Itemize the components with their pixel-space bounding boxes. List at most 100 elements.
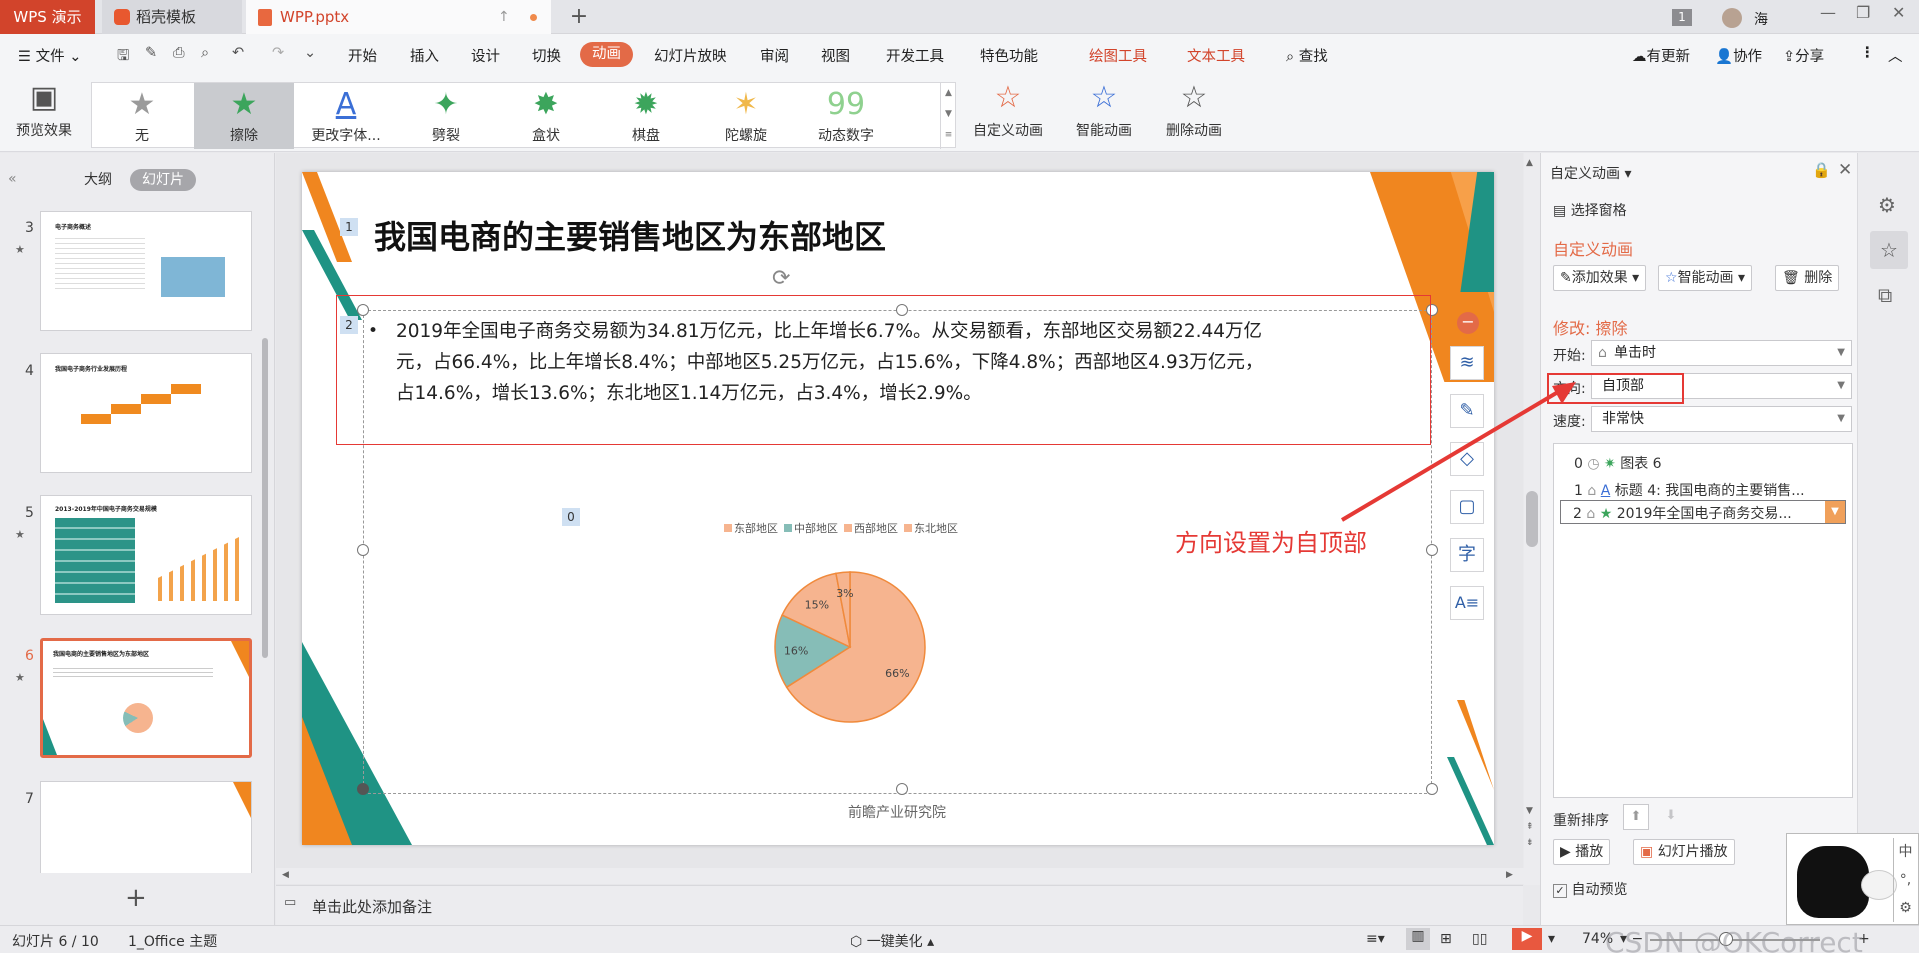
effect-change-font[interactable]: A 更改字体...	[296, 83, 396, 149]
menu-drawing-tools[interactable]: 绘图工具	[1089, 45, 1147, 66]
effect-split[interactable]: ✦ 劈裂	[396, 83, 496, 149]
menu-slideshow[interactable]: 幻灯片放映	[654, 45, 727, 66]
menu-text-tools[interactable]: 文本工具	[1187, 45, 1245, 66]
text-style-icon[interactable]: 字	[1450, 538, 1484, 572]
transition-icon[interactable]: ⧉	[1878, 283, 1892, 307]
effect-checkerboard[interactable]: ✹ 棋盘	[596, 83, 696, 149]
update-button[interactable]: ☁有更新	[1632, 45, 1690, 66]
collapse-float-icon[interactable]: −	[1457, 312, 1479, 334]
ime-toolbar[interactable]: 中 °, ⚙	[1893, 838, 1917, 922]
anim-order-marker[interactable]: 0	[562, 508, 580, 526]
reading-view-icon[interactable]: ▯▯	[1472, 931, 1487, 947]
menu-insert[interactable]: 插入	[410, 45, 439, 66]
effect-wipe[interactable]: ★ 擦除	[194, 83, 294, 149]
beautify-button[interactable]: ⬡ 一键美化 ▴	[850, 931, 934, 951]
menu-review[interactable]: 审阅	[760, 45, 789, 66]
move-up-arrow-icon[interactable]: ⬆	[1623, 804, 1649, 830]
slideshow-button[interactable]: ▣ 幻灯片播放	[1633, 839, 1735, 865]
slide-canvas[interactable]: 1 我国电商的主要销售地区为东部地区 ⟳ 2 • 2019年全国电子商务交易额为…	[302, 172, 1494, 845]
menu-start[interactable]: 开始	[348, 45, 377, 66]
preview-effect-button[interactable]: ▣ 预览效果	[8, 82, 80, 140]
custom-animation-button[interactable]: ☆ 自定义动画	[966, 82, 1050, 140]
upload-icon[interactable]: ↑	[498, 0, 510, 34]
slide-thumbnail-4[interactable]: 我国电子商务行业发展历程	[40, 353, 252, 473]
anim-order-marker[interactable]: 1	[340, 218, 358, 236]
close-icon[interactable]: ✕	[1892, 3, 1905, 22]
lock-icon[interactable]: 🔒	[1812, 161, 1831, 179]
share-button[interactable]: ⇪分享	[1783, 45, 1824, 66]
resize-handle[interactable]	[1426, 544, 1438, 556]
resize-handle[interactable]	[357, 544, 369, 556]
pie-chart[interactable]: 东部地区 中部地区 西部地区 东北地区 66% 16% 15% 3%	[702, 512, 982, 742]
delete-button[interactable]: 🗑 删除	[1775, 265, 1840, 291]
quick-access-more-icon[interactable]: ⌄	[304, 45, 316, 61]
normal-view-icon[interactable]: ▥	[1406, 928, 1430, 950]
collapse-ribbon-icon[interactable]: ︿	[1888, 45, 1903, 66]
editor-hscrollbar[interactable]: ◀ ▶	[276, 868, 1524, 884]
collab-button[interactable]: 👤协作	[1715, 45, 1762, 66]
slide-thumbnail-7[interactable]	[40, 781, 252, 873]
pane-close-icon[interactable]: ✕	[1838, 160, 1852, 180]
effect-spin[interactable]: ✶ 陀螺旋	[696, 83, 796, 149]
start-select[interactable]: ⌂ 单击时 ▼	[1591, 340, 1852, 366]
menu-transition[interactable]: 切换	[532, 45, 561, 66]
restore-icon[interactable]: ❐	[1856, 3, 1870, 22]
select-pane-link[interactable]: ▤ 选择窗格	[1553, 200, 1627, 220]
smart-anim-button[interactable]: ☆智能动画 ▾	[1658, 265, 1753, 291]
menu-view[interactable]: 视图	[821, 45, 850, 66]
sorter-view-icon[interactable]: ⊞	[1440, 931, 1452, 947]
play-button[interactable]: ▶ 播放	[1553, 839, 1611, 865]
anim-list-item-selected[interactable]: 2 ⌂ ★ 2019年全国电子商务交易... ▼	[1560, 500, 1846, 524]
tab-slides[interactable]: 幻灯片	[130, 169, 196, 191]
animation-list[interactable]: 0 ◷ ✷ 图表 6 1 ⌂ A 标题 4: 我国电商的主要销售... 2 ⌂ …	[1553, 443, 1853, 798]
text-layout-icon[interactable]: A≡	[1450, 586, 1484, 620]
panel-scrollbar[interactable]	[262, 338, 268, 658]
file-menu[interactable]: ☰ 文件 ⌄	[18, 45, 81, 66]
menu-features[interactable]: 特色功能	[980, 45, 1038, 66]
delete-animation-button[interactable]: ☆ 删除动画	[1158, 82, 1230, 140]
tab-outline[interactable]: 大纲	[72, 169, 124, 191]
layers-icon[interactable]: ≋	[1450, 346, 1484, 380]
pane-title[interactable]: 自定义动画 ▾	[1550, 163, 1631, 183]
app-tab[interactable]: WPS 演示	[0, 0, 95, 34]
effect-box[interactable]: ✸ 盒状	[496, 83, 596, 149]
more-icon[interactable]: ⋮	[1860, 45, 1875, 61]
file-tab[interactable]: WPP.pptx ↑	[246, 0, 551, 34]
resize-handle[interactable]	[896, 783, 908, 795]
templates-tab[interactable]: 稻壳模板	[102, 0, 242, 34]
item-dropdown-icon[interactable]: ▼	[1825, 501, 1845, 523]
move-down-arrow-icon[interactable]: ⬇	[1658, 804, 1684, 830]
minimize-icon[interactable]: —	[1820, 3, 1836, 22]
resize-handle[interactable]	[1426, 783, 1438, 795]
theme-name[interactable]: 1_Office 主题	[128, 931, 217, 951]
effect-none[interactable]: ★ 无	[92, 83, 192, 149]
menu-design[interactable]: 设计	[471, 45, 500, 66]
anim-list-item[interactable]: 1 ⌂ A 标题 4: 我国电商的主要销售...	[1574, 480, 1805, 500]
resize-handle[interactable]	[357, 783, 369, 795]
search-button[interactable]: ⌕ 查找	[1286, 45, 1328, 66]
rotate-handle-icon[interactable]: ⟳	[772, 266, 790, 291]
notes-toggle-icon[interactable]: ≡▾	[1366, 931, 1385, 947]
animation-star-icon[interactable]: ☆	[1870, 231, 1908, 269]
avatar[interactable]	[1722, 8, 1742, 28]
undo-icon[interactable]: ↶	[232, 45, 244, 61]
smart-animation-button[interactable]: ☆ 智能动画	[1062, 82, 1146, 140]
redo-icon[interactable]: ↷	[272, 45, 284, 61]
auto-preview-checkbox[interactable]: ✓ 自动预览	[1553, 879, 1627, 899]
speed-select[interactable]: 非常快 ▼	[1591, 406, 1852, 432]
properties-icon[interactable]: ⚙	[1878, 193, 1896, 217]
play-options-icon[interactable]: ▾	[1548, 931, 1555, 947]
slide-thumbnail-5[interactable]: 2013-2019年中国电子商务交易规模	[40, 495, 252, 615]
print-preview-icon[interactable]: ⌕	[201, 45, 209, 61]
menu-developer[interactable]: 开发工具	[886, 45, 944, 66]
menu-animation[interactable]: 动画	[580, 42, 633, 67]
print-icon[interactable]: ⎙	[173, 45, 185, 61]
format-painter-icon[interactable]: ✎	[145, 45, 157, 61]
add-slide-button[interactable]: +	[125, 883, 147, 913]
save-icon[interactable]: 🖫	[117, 45, 129, 70]
effect-dynamic-number[interactable]: 99 动态数字	[796, 83, 896, 149]
add-effect-button[interactable]: ✎添加效果 ▾	[1553, 265, 1647, 291]
collapse-panel-icon[interactable]: «	[8, 171, 17, 187]
new-tab-button[interactable]: +	[562, 0, 596, 34]
slide-thumbnail-6[interactable]: 我国电商的主要销售地区为东部地区	[40, 638, 252, 758]
